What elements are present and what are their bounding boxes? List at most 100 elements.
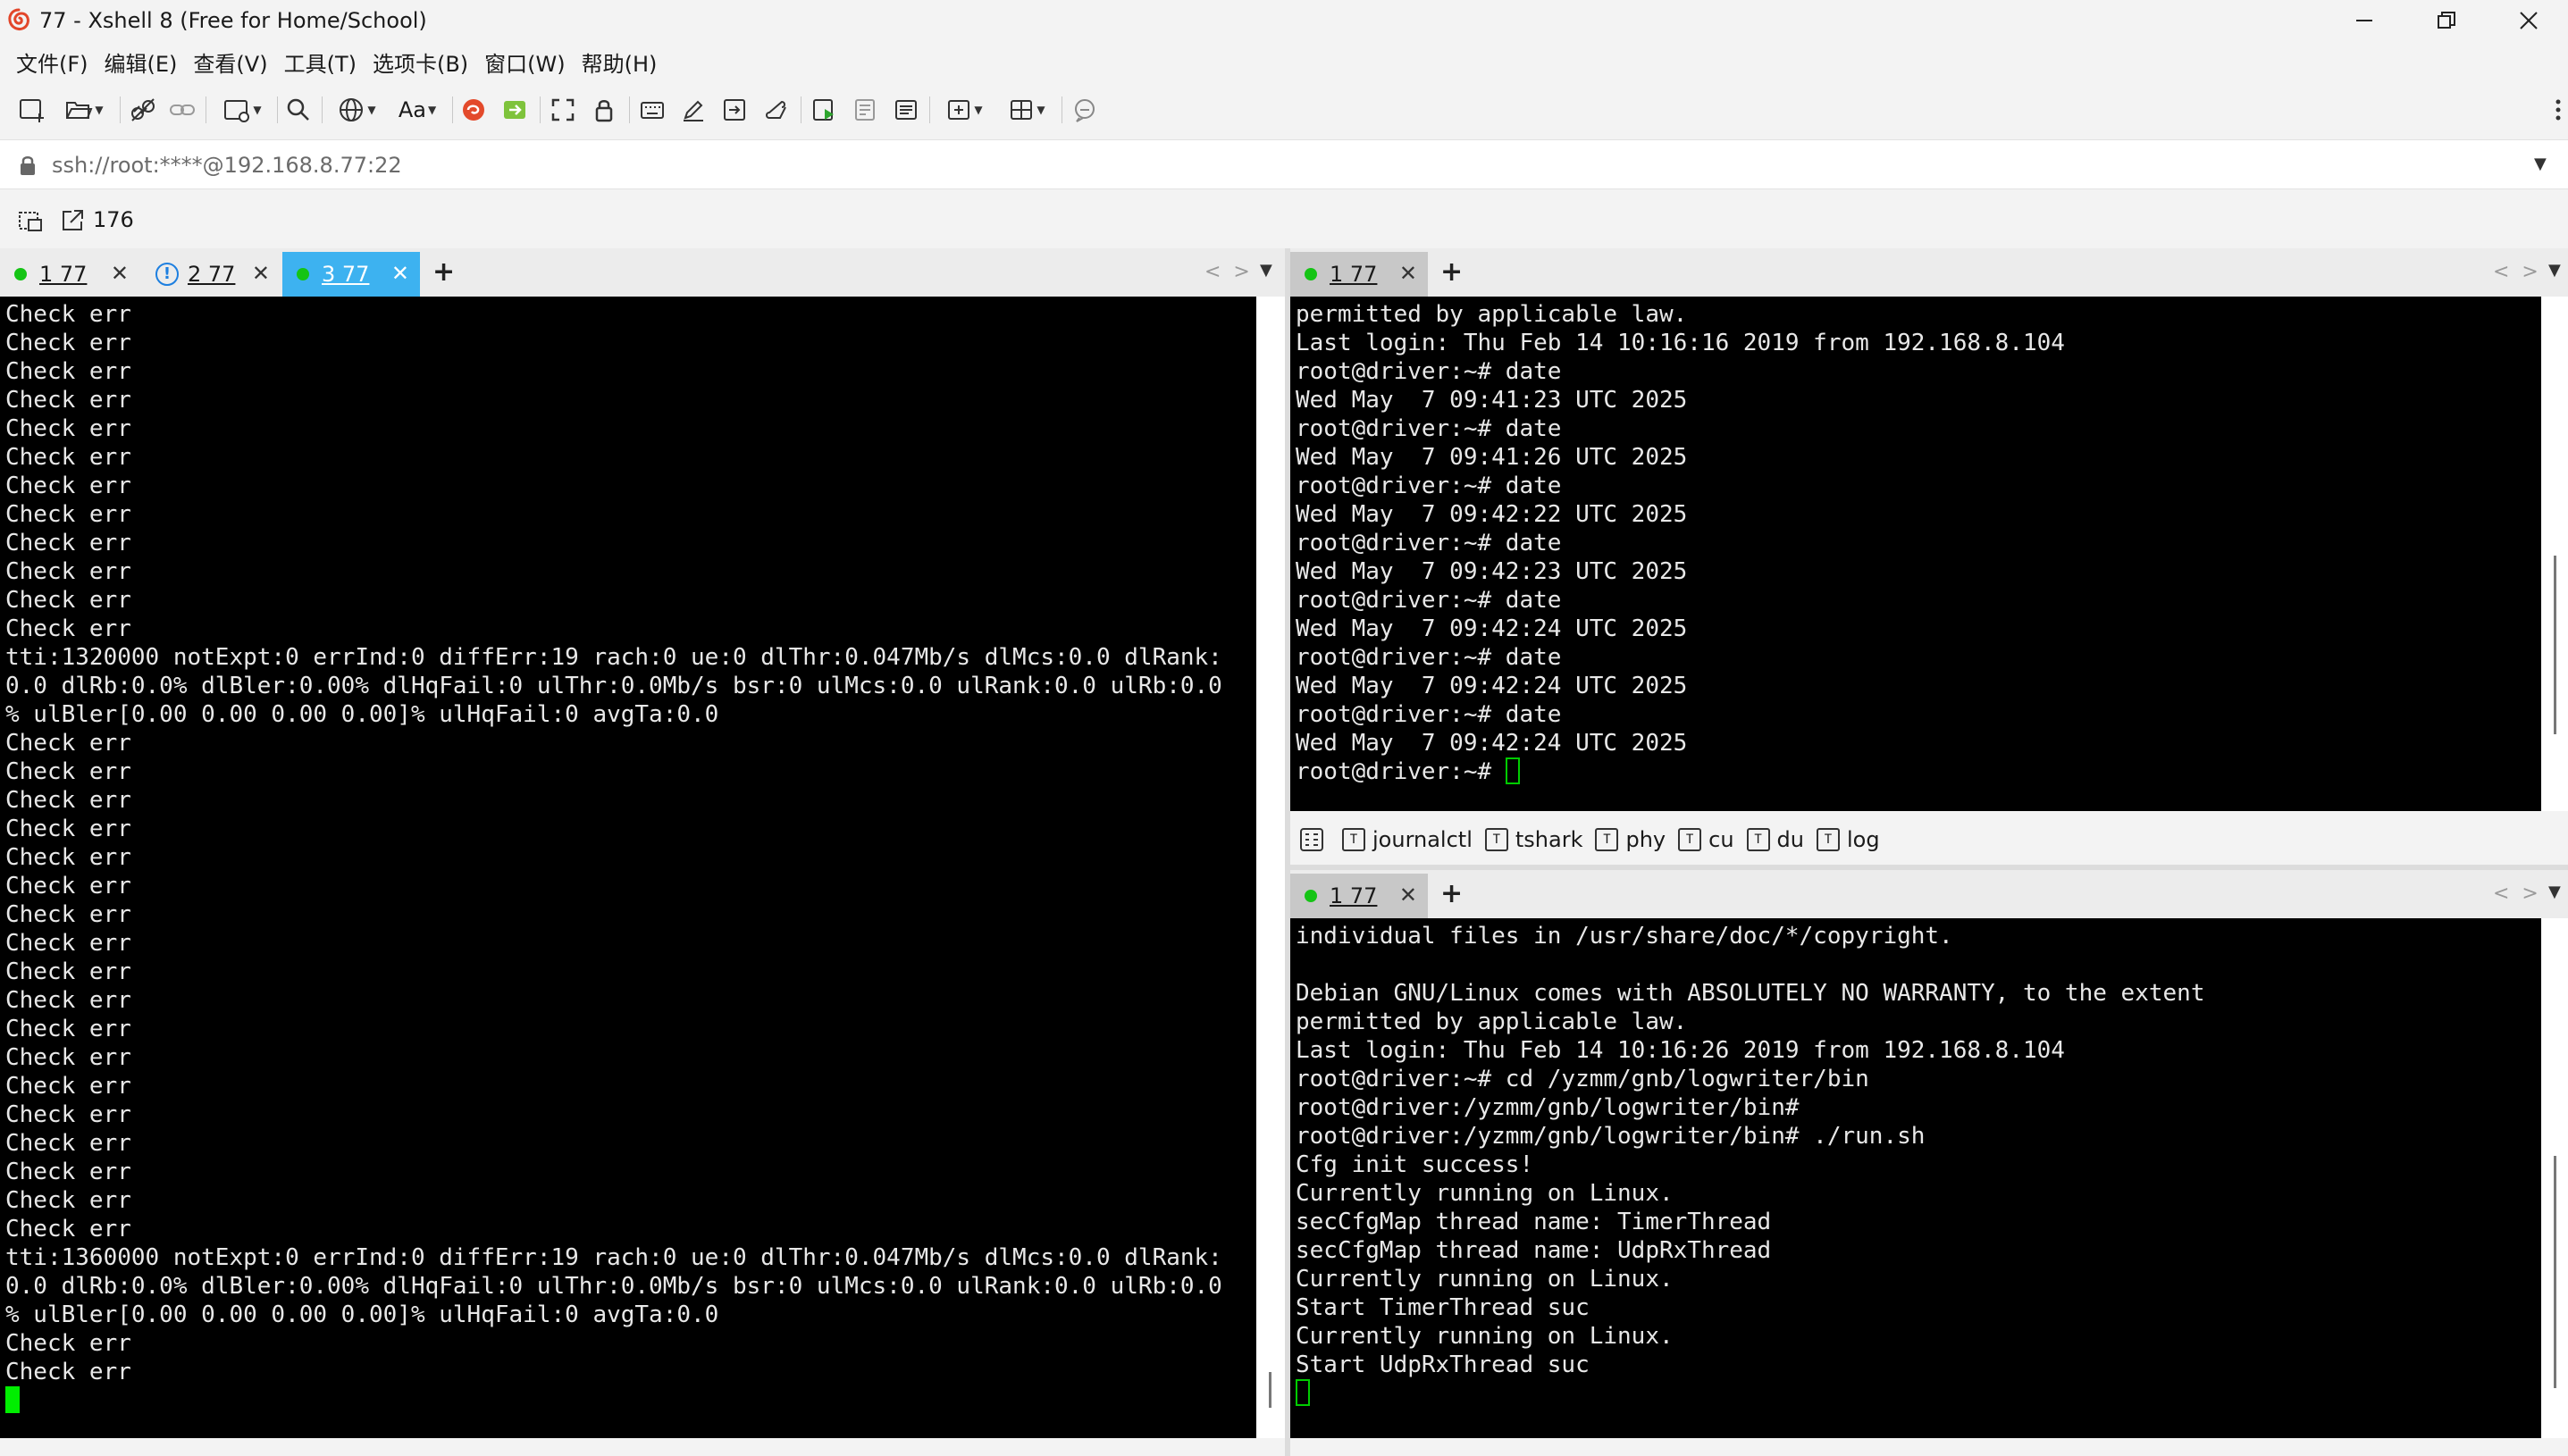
restore-icon xyxy=(2438,12,2455,29)
terminal-line: root@driver:~# date xyxy=(1296,530,1562,556)
right-top-terminal[interactable]: permitted by applicable law. Last login: … xyxy=(1290,297,2541,811)
reconnect-button[interactable] xyxy=(127,95,159,125)
chat-button[interactable] xyxy=(1069,95,1101,125)
encoding-button[interactable]: ▼ xyxy=(329,95,384,125)
menu-help[interactable]: 帮助(H) xyxy=(582,46,658,78)
menu-tools[interactable]: 工具(T) xyxy=(284,46,357,78)
close-window-button[interactable] xyxy=(2488,0,2568,41)
tab-session-1[interactable]: 1 77 ✕ xyxy=(1290,874,1428,918)
quick-command-cu[interactable]: Tcu xyxy=(1678,827,1734,852)
layout-button[interactable]: ▼ xyxy=(999,95,1054,125)
address-text[interactable]: ssh://root:****@192.168.8.77:22 xyxy=(52,151,402,180)
terminal-line: Check err xyxy=(5,987,131,1014)
terminal-line: individual files in /usr/share/doc/*/cop… xyxy=(1296,923,1953,950)
terminal-line: Check err xyxy=(5,844,131,871)
terminal-line: Check err xyxy=(5,1216,131,1243)
terminal-line: Wed May 7 09:42:23 UTC 2025 xyxy=(1296,558,1688,585)
compose-button[interactable] xyxy=(677,95,709,125)
close-tab-icon[interactable]: ✕ xyxy=(252,263,270,284)
tab-list-dropdown-icon[interactable]: ▼ xyxy=(2548,261,2561,280)
right-top-tab-strip: 1 77 ✕ + <> ▼ xyxy=(1290,248,2568,297)
quick-command-journalctl[interactable]: Tjournalctl xyxy=(1342,827,1473,852)
scroll-thumb[interactable] xyxy=(1269,1372,1271,1408)
session-manager-button[interactable]: ▼ xyxy=(214,95,270,125)
lock-button[interactable] xyxy=(588,95,620,125)
open-button[interactable]: ▼ xyxy=(57,95,111,125)
restore-button[interactable] xyxy=(2405,0,2488,41)
tab-session-1[interactable]: 1 77 ✕ xyxy=(0,252,139,297)
log-button[interactable] xyxy=(849,95,881,125)
xftp-button[interactable] xyxy=(457,95,490,125)
close-tab-icon[interactable]: ✕ xyxy=(111,263,129,284)
new-session-button[interactable] xyxy=(16,95,48,125)
font-button[interactable]: Aa ▼ xyxy=(390,95,445,125)
xshell-logo-icon xyxy=(8,8,29,30)
add-tab-button[interactable]: + xyxy=(1440,259,1463,286)
quick-command-menu-icon[interactable] xyxy=(1297,825,1326,854)
scroll-thumb[interactable] xyxy=(2554,1156,2556,1388)
xftp-icon xyxy=(504,101,525,119)
terminal-line: permitted by applicable law. xyxy=(1296,301,1688,328)
quick-command-bar: Tjournalctl Ttshark Tphy Tcu Tdu Tlog xyxy=(1290,815,2568,865)
terminal-line: Check err xyxy=(5,330,131,356)
start-log-button[interactable] xyxy=(808,95,840,125)
menu-window[interactable]: 窗口(W) xyxy=(484,46,565,78)
terminal-line: Check err xyxy=(5,615,131,642)
fullscreen-button[interactable] xyxy=(547,95,579,125)
session-count: 176 xyxy=(93,207,134,232)
add-tab-button[interactable]: + xyxy=(432,259,455,286)
add-tab-button[interactable]: + xyxy=(1440,881,1463,908)
quick-command-du[interactable]: Tdu xyxy=(1746,827,1804,852)
terminal-line: Check err xyxy=(5,816,131,842)
right-top-scrollbar[interactable] xyxy=(2541,297,2568,811)
window-title: 77 - Xshell 8 (Free for Home/School) xyxy=(39,8,427,33)
close-tab-icon[interactable]: ✕ xyxy=(1399,884,1417,906)
scroll-thumb[interactable] xyxy=(2554,556,2556,734)
quick-command-phy[interactable]: Tphy xyxy=(1595,827,1666,852)
terminal-line: root@driver:~# date xyxy=(1296,415,1562,442)
layout-icon xyxy=(1011,100,1033,120)
menu-edit[interactable]: 编辑(E) xyxy=(105,46,178,78)
terminal-line: permitted by applicable law. xyxy=(1296,1008,1688,1035)
minimize-button[interactable] xyxy=(2323,0,2405,41)
script-button[interactable] xyxy=(759,95,792,125)
keyboard-button[interactable] xyxy=(636,95,668,125)
find-button[interactable] xyxy=(282,95,315,125)
notes-button[interactable] xyxy=(890,95,922,125)
xftp-green-button[interactable] xyxy=(499,95,531,125)
close-tab-icon[interactable]: ✕ xyxy=(1399,263,1417,284)
address-bar[interactable]: ssh://root:****@192.168.8.77:22 ▼ xyxy=(0,139,2568,189)
address-dropdown-icon[interactable]: ▼ xyxy=(2534,155,2547,173)
left-terminal[interactable]: Check err Check err Check err Check err Chec… xyxy=(0,297,1256,1438)
quick-command-tshark[interactable]: Ttshark xyxy=(1484,827,1582,852)
tab-scroll-arrows[interactable]: <> xyxy=(2493,261,2551,283)
toolbar: ▼ ▼ ▼ Aa ▼ ▼ ▼ xyxy=(0,86,2568,134)
send-button[interactable] xyxy=(718,95,751,125)
left-scrollbar[interactable] xyxy=(1256,297,1285,1438)
tab-session-1[interactable]: 1 77 ✕ xyxy=(1290,252,1428,297)
external-open-icon[interactable] xyxy=(59,207,86,234)
tab-session-3[interactable]: 3 77 ✕ xyxy=(282,252,420,297)
disconnect-button[interactable] xyxy=(166,95,198,125)
tab-session-2[interactable]: ! 2 77 ✕ xyxy=(141,252,281,297)
new-tab-button[interactable]: ▼ xyxy=(936,95,992,125)
tab-scroll-arrows[interactable]: <> xyxy=(2493,883,2551,905)
toolbar-overflow-button[interactable] xyxy=(2554,95,2563,125)
tab-scroll-arrows[interactable]: <> xyxy=(1204,261,1263,283)
font-label: Aa xyxy=(398,97,426,122)
tab-list-dropdown-icon[interactable]: ▼ xyxy=(1260,261,1272,280)
add-tab-icon xyxy=(948,100,970,120)
menu-file[interactable]: 文件(F) xyxy=(16,46,88,78)
tab-list-dropdown-icon[interactable]: ▼ xyxy=(2548,883,2561,901)
tab-label: 1 77 xyxy=(39,262,88,287)
script-icon xyxy=(766,100,786,119)
terminal-line: Start UdpRxThread suc xyxy=(1296,1351,1590,1378)
menu-tab[interactable]: 选项卡(B) xyxy=(373,46,468,78)
close-tab-icon[interactable]: ✕ xyxy=(391,263,409,284)
session-list-icon[interactable] xyxy=(16,207,45,236)
terminal-line: root@driver:~# date xyxy=(1296,358,1562,385)
right-bottom-scrollbar[interactable] xyxy=(2541,918,2568,1438)
quick-command-log[interactable]: Tlog xyxy=(1817,827,1880,852)
menu-view[interactable]: 查看(V) xyxy=(193,46,267,78)
right-bottom-terminal[interactable]: individual files in /usr/share/doc/*/cop… xyxy=(1290,918,2541,1438)
